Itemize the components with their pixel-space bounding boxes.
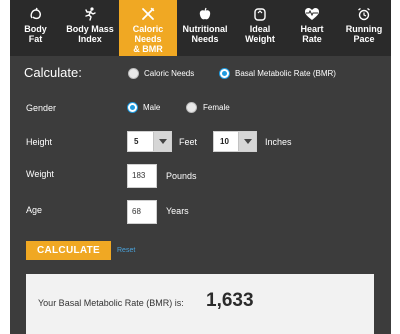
height-inches-value: 10 [220,137,229,146]
scale-icon [252,6,268,22]
tab-label: Nutritional Needs [182,24,228,44]
tab-body-fat[interactable]: Body Fat [10,0,61,56]
height-feet-select[interactable]: 5 [127,131,172,152]
reset-link[interactable]: Reset [117,247,135,254]
calculator-form-panel: Calculate: Caloric Needs Basal Metabolic… [10,56,391,334]
gender-label: Gender [26,103,57,113]
chevron-down-icon [238,132,256,151]
weight-input[interactable]: 183 [127,164,157,188]
radio-bmr-label[interactable]: Basal Metabolic Rate (BMR) [235,69,336,78]
weight-label: Weight [26,169,54,179]
radio-caloric-needs[interactable] [128,68,139,79]
height-inches-unit: Inches [265,137,292,147]
running-figure-icon [82,6,98,22]
radio-female[interactable] [186,102,197,113]
tab-body-mass-index[interactable]: Body Mass Index [61,0,119,56]
bmr-result-value: 1,633 [206,290,254,311]
radio-bmr[interactable] [219,68,230,79]
alarm-clock-icon [356,6,372,22]
apple-cursive-icon [28,6,44,22]
radio-female-label[interactable]: Female [203,103,230,112]
height-feet-unit: Feet [179,137,198,147]
tab-label: Running Pace [345,24,383,44]
tab-running-pace[interactable]: Running Pace [337,0,391,56]
calculate-button[interactable]: CALCULATE [26,241,111,260]
radio-caloric-needs-label[interactable]: Caloric Needs [144,69,194,78]
tab-nutritional-needs[interactable]: Nutritional Needs [177,0,233,56]
age-label: Age [26,205,43,215]
age-unit: Years [166,206,189,216]
bmr-result-label: Your Basal Metabolic Rate (BMR) is: [38,298,184,308]
radio-male[interactable] [127,102,138,113]
calculate-heading: Calculate: [24,65,82,80]
tab-caloric-needs-bmr[interactable]: Caloric Needs & BMR [119,0,177,56]
bmr-calculator-app: Body Fat Body Mass Index Caloric Needs &… [0,0,400,334]
apple-icon [197,6,213,22]
radio-male-label[interactable]: Male [143,103,160,112]
tab-heart-rate[interactable]: Heart Rate [287,0,337,56]
tab-label: Body Mass Index [66,24,114,44]
weight-unit: Pounds [166,171,197,181]
age-input[interactable]: 68 [127,200,157,224]
heart-pulse-icon [304,6,320,22]
tab-ideal-weight[interactable]: Ideal Weight [233,0,287,56]
tab-label: Heart Rate [300,24,324,44]
fork-knife-icon [140,6,156,22]
height-feet-value: 5 [134,137,139,146]
height-label: Height [26,137,53,147]
tab-label: Caloric Needs & BMR [132,24,164,54]
bmr-result-box: Your Basal Metabolic Rate (BMR) is: 1,63… [26,274,374,334]
tab-label: Body Fat [24,24,47,44]
height-inches-select[interactable]: 10 [213,131,257,152]
calculator-tab-bar: Body Fat Body Mass Index Caloric Needs &… [10,0,391,56]
chevron-down-icon [153,132,171,151]
tab-label: Ideal Weight [245,24,275,44]
